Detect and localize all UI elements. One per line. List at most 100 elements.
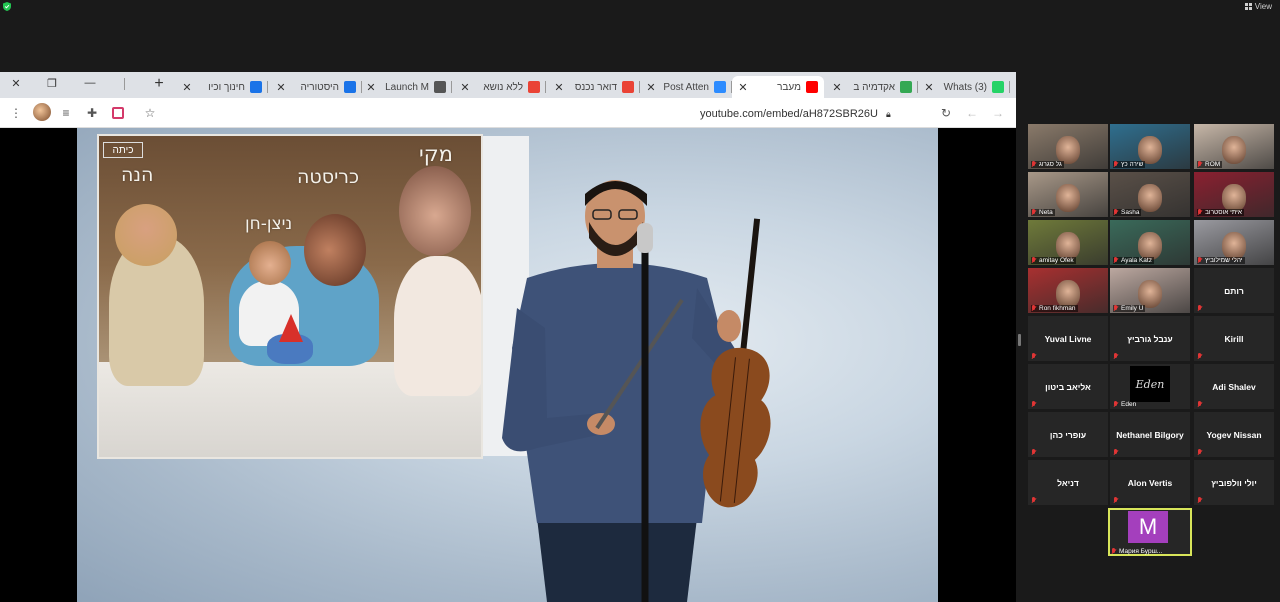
participant-video-face: [1056, 136, 1080, 164]
close-tab-icon[interactable]: ✕: [366, 81, 376, 94]
participant-video-face: [1222, 232, 1246, 260]
browser-tab[interactable]: ✕ חינוך וכיו: [176, 76, 268, 98]
close-tab-icon[interactable]: ✕: [738, 81, 748, 94]
menu-kebab-icon[interactable]: ⋮: [8, 105, 24, 121]
tab-favicon-icon: [992, 81, 1004, 93]
photo-name-left: הנה: [121, 164, 154, 186]
participant-tile[interactable]: Emily U: [1110, 268, 1190, 313]
omnibox[interactable]: youtube.com/embed/aH872SBR26U 🔒︎: [700, 106, 891, 122]
tab-favicon-icon: [344, 81, 356, 93]
muted-mic-icon: [1113, 161, 1118, 168]
browser-tab[interactable]: ✕ Launch M: [360, 76, 452, 98]
close-tab-icon[interactable]: ✕: [832, 81, 842, 94]
browser-tab[interactable]: ✕ Post Atten: [640, 76, 732, 98]
forward-arrow-icon[interactable]: ←: [964, 105, 980, 121]
participant-tile[interactable]: Ron fikhman: [1028, 268, 1108, 313]
muted-mic-icon: [1197, 401, 1202, 408]
participant-tile[interactable]: Kirill: [1194, 316, 1274, 361]
muted-mic-icon: [1197, 161, 1202, 168]
close-tab-icon[interactable]: ✕: [276, 81, 286, 94]
close-window-icon[interactable]: ✕: [0, 72, 32, 94]
participant-tile[interactable]: רותם: [1194, 268, 1274, 313]
participant-video-face: [1138, 184, 1162, 212]
restore-window-icon[interactable]: ❐: [36, 72, 68, 94]
family-photo: כיתה הנה כריסטה מקי ניצן-חן: [97, 134, 483, 459]
gallery-collapse-handle[interactable]: [1018, 334, 1021, 346]
shield-icon[interactable]: [3, 2, 11, 11]
browser-tab[interactable]: ✕ מעבר: [732, 76, 824, 98]
muted-mic-icon: [1197, 353, 1202, 360]
extension-icon[interactable]: [110, 105, 126, 121]
grid-icon: [1244, 3, 1252, 10]
participant-tile[interactable]: amitay Ofek: [1028, 220, 1108, 265]
participant-name: עופרי כהן: [1049, 429, 1087, 440]
participant-name: Yogev Nissan: [1206, 429, 1262, 440]
reading-list-icon[interactable]: ≡: [58, 105, 74, 121]
participant-tile[interactable]: דניאל: [1028, 460, 1108, 505]
minimize-window-icon[interactable]: —: [74, 72, 106, 94]
participant-tile[interactable]: שירה כץ: [1110, 124, 1190, 169]
muted-mic-icon: [1113, 449, 1118, 456]
participant-tile[interactable]: עופרי כהן: [1028, 412, 1108, 457]
tab-strip: ✕ ❐ — + ✕ חינוך וכיו ✕ היסטוריה ✕ Launch M ✕ לל…: [0, 72, 1016, 98]
browser-tab[interactable]: ✕ (3) Whats: [918, 76, 1010, 98]
browser-tab[interactable]: ✕ ללא נושא: [454, 76, 546, 98]
close-tab-icon[interactable]: ✕: [924, 81, 934, 94]
tab-title: Post Atten: [663, 81, 709, 93]
participant-tile[interactable]: Eden Eden: [1110, 364, 1190, 409]
participant-tile[interactable]: אליאב ביטון: [1028, 364, 1108, 409]
participant-name: Adi Shalev: [1212, 381, 1256, 392]
tab-title: אקדמיה ב: [853, 81, 895, 93]
muted-mic-icon: [1113, 401, 1118, 408]
participant-tile[interactable]: Alon Vertis: [1110, 460, 1190, 505]
participant-tile[interactable]: יולי וולפוביץ: [1194, 460, 1274, 505]
tab-title: Launch M: [385, 81, 429, 93]
close-tab-icon[interactable]: ✕: [182, 81, 192, 94]
tab-title: ללא נושא: [483, 81, 523, 93]
participant-avatar: Eden: [1130, 366, 1170, 402]
participant-tile[interactable]: Yuval Livne: [1028, 316, 1108, 361]
bookmark-star-icon[interactable]: ☆: [142, 105, 158, 121]
muted-mic-icon: [1031, 257, 1036, 264]
video-player[interactable]: כיתה הנה כריסטה מקי ניצן-חן: [77, 128, 938, 602]
participant-tile[interactable]: ענבל גורביץ: [1110, 316, 1190, 361]
participant-tile[interactable]: Adi Shalev: [1194, 364, 1274, 409]
reload-icon[interactable]: ↻: [938, 105, 954, 121]
participant-tile[interactable]: Ayala Katz: [1110, 220, 1190, 265]
extensions-puzzle-icon[interactable]: ✚: [84, 105, 100, 121]
muted-mic-icon: [1031, 497, 1036, 504]
muted-mic-icon: [1113, 353, 1118, 360]
participant-tile[interactable]: יהלי שמילוביץ: [1194, 220, 1274, 265]
muted-mic-icon: [1113, 497, 1118, 504]
close-tab-icon[interactable]: ✕: [460, 81, 470, 94]
muted-mic-icon: [1111, 548, 1116, 555]
participant-name: ענבל גורביץ: [1127, 333, 1173, 344]
participant-tile[interactable]: גל סגרוג: [1028, 124, 1108, 169]
participant-tile[interactable]: M Мария Бурш...: [1108, 508, 1192, 556]
violinist-figure: [502, 180, 771, 602]
view-button[interactable]: View: [1244, 2, 1272, 11]
participant-name-label: Ron fikhman: [1031, 305, 1078, 312]
participant-tile[interactable]: Sasha: [1110, 172, 1190, 217]
close-tab-icon[interactable]: ✕: [554, 81, 564, 94]
participant-tile[interactable]: Yogev Nissan: [1194, 412, 1274, 457]
muted-mic-icon: [1197, 209, 1202, 216]
participant-tile[interactable]: ROM: [1194, 124, 1274, 169]
participant-video-face: [1222, 184, 1246, 212]
close-tab-icon[interactable]: ✕: [646, 81, 656, 94]
new-tab-button[interactable]: +: [150, 75, 168, 93]
participant-tile[interactable]: Neta: [1028, 172, 1108, 217]
address-text[interactable]: youtube.com/embed/aH872SBR26U: [700, 108, 878, 120]
profile-avatar[interactable]: [33, 103, 51, 121]
browser-tab[interactable]: ✕ דואר נכנס: [548, 76, 640, 98]
photo-name-child: ניצן-חן: [245, 214, 293, 234]
muted-mic-icon: [1031, 161, 1036, 168]
participant-tile[interactable]: איתי אוסטרוב: [1194, 172, 1274, 217]
participant-name-label: Мария Бурш...: [1119, 548, 1163, 555]
participant-name: Alon Vertis: [1127, 477, 1173, 488]
participant-tile[interactable]: Nethanel Bilgory: [1110, 412, 1190, 457]
browser-tab[interactable]: ✕ היסטוריה: [270, 76, 362, 98]
browser-tab[interactable]: ✕ אקדמיה ב: [826, 76, 918, 98]
muted-mic-icon: [1197, 449, 1202, 456]
back-arrow-icon[interactable]: →: [990, 105, 1006, 121]
